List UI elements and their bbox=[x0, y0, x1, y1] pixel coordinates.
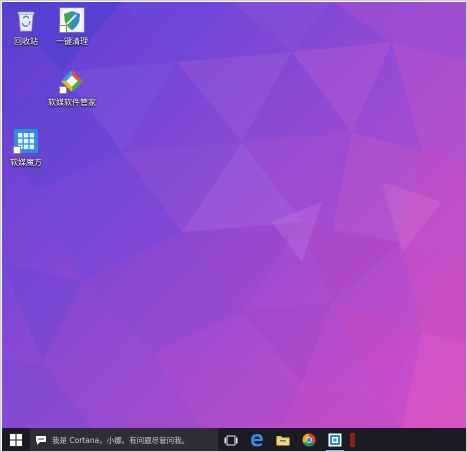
store-app-icon bbox=[328, 433, 342, 447]
desktop[interactable]: 回收站 一键清理 软媒软件管家 软媒魔方 bbox=[2, 2, 466, 428]
wallpaper bbox=[2, 2, 466, 428]
taskbar-chrome[interactable] bbox=[296, 428, 322, 451]
taskbar-file-explorer[interactable] bbox=[270, 428, 296, 451]
taskbar: 我是 Cortana，小娜。有问题尽管问我。 bbox=[2, 428, 466, 451]
desktop-icon-label: 软媒魔方 bbox=[10, 158, 42, 167]
taskbar-store-app[interactable] bbox=[322, 428, 348, 451]
rubik-cube-app-icon bbox=[13, 128, 39, 154]
desktop-icon-label: 回收站 bbox=[14, 37, 38, 46]
software-manager-icon bbox=[59, 68, 85, 94]
shortcut-arrow-icon bbox=[13, 146, 21, 154]
recycle-bin-icon bbox=[13, 7, 39, 33]
taskbar-edge[interactable] bbox=[244, 428, 270, 451]
folder-icon bbox=[276, 436, 290, 446]
screen-frame: 回收站 一键清理 软媒软件管家 软媒魔方 我是 Cortana，小娜。有问题尽管… bbox=[0, 0, 467, 452]
cortana-search-box[interactable]: 我是 Cortana，小娜。有问题尽管问我。 bbox=[30, 428, 218, 451]
cortana-chat-icon bbox=[36, 435, 46, 445]
chrome-icon bbox=[302, 433, 316, 447]
edge-browser-icon bbox=[251, 434, 263, 447]
desktop-icon-label: 软媒软件管家 bbox=[48, 98, 96, 107]
desktop-icon-rubik-cube[interactable]: 软媒魔方 bbox=[2, 128, 57, 168]
start-button[interactable] bbox=[2, 428, 30, 451]
search-placeholder: 我是 Cortana，小娜。有问题尽管问我。 bbox=[52, 435, 190, 445]
shortcut-arrow-icon bbox=[59, 25, 67, 33]
desktop-icon-label: 一键清理 bbox=[56, 37, 88, 46]
task-view-button[interactable] bbox=[218, 428, 244, 451]
task-view-icon bbox=[224, 435, 238, 445]
desktop-icon-cleanup[interactable]: 一键清理 bbox=[41, 7, 103, 47]
shortcut-arrow-icon bbox=[59, 86, 67, 94]
desktop-icon-software-manager[interactable]: 软媒软件管家 bbox=[41, 68, 103, 108]
windows-logo-icon bbox=[10, 434, 22, 446]
taskbar-app-indicator[interactable] bbox=[350, 433, 355, 447]
cleanup-shield-icon bbox=[59, 7, 85, 33]
